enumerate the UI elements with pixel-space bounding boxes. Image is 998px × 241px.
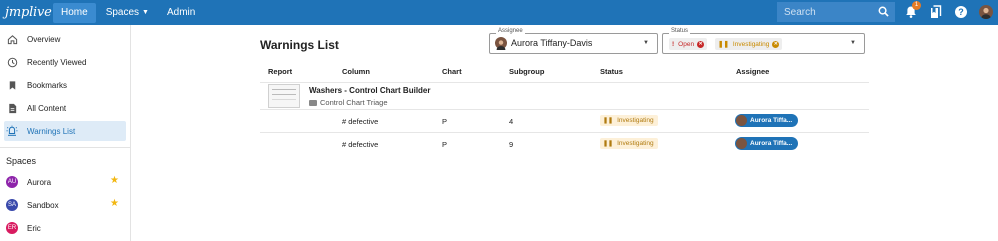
user-avatar[interactable] xyxy=(979,5,993,19)
avatar xyxy=(495,37,507,50)
app-logo[interactable]: jmplive xyxy=(5,5,52,20)
column-header-column[interactable]: Column xyxy=(342,67,370,76)
assignee-filter-select[interactable]: Assignee Aurora Tiffany-Davis ▼ xyxy=(489,28,658,54)
sidebar-item-label: All Content xyxy=(27,103,67,113)
page-title: Warnings List xyxy=(260,38,339,52)
avatar xyxy=(736,115,747,126)
remove-chip-icon[interactable]: ✕ xyxy=(772,40,780,48)
report-thumbnail[interactable] xyxy=(268,84,300,108)
sidebar-item-label: Recently Viewed xyxy=(27,57,87,67)
help-icon[interactable]: ? xyxy=(954,5,968,19)
column-header-status[interactable]: Status xyxy=(600,67,623,76)
svg-text:?: ? xyxy=(958,7,964,17)
column-header-subgroup[interactable]: Subgroup xyxy=(509,67,544,76)
space-name: Aurora xyxy=(27,177,52,187)
spaces-heading: Spaces xyxy=(6,156,37,166)
table-cell-column: # defective xyxy=(342,140,379,149)
status-badge-label: Investigating xyxy=(617,117,654,124)
status-chip-label: Investigating xyxy=(732,40,770,48)
caret-down-icon[interactable]: ▼ xyxy=(643,40,649,46)
table-cell-column: # defective xyxy=(342,117,379,126)
column-header-report[interactable]: Report xyxy=(268,67,292,76)
table-cell-subgroup: 4 xyxy=(509,117,514,126)
status-badge-label: Investigating xyxy=(617,140,654,147)
assignee-filter-value: Aurora Tiffany-Davis xyxy=(511,38,593,48)
table-cell-chart: P xyxy=(442,117,448,126)
assignee-chip[interactable]: Aurora Tiffa... xyxy=(735,137,799,150)
search-icon[interactable] xyxy=(878,6,889,17)
space-avatar: AU xyxy=(6,176,18,188)
status-badge[interactable]: ❚❚ Investigating xyxy=(600,115,658,126)
report-name[interactable]: Washers - Control Chart Builder xyxy=(309,86,431,95)
status-filter-select[interactable]: Status ! Open ✕ ❚❚ Investigating ✕ ▼ xyxy=(662,28,865,54)
table-header-divider xyxy=(260,82,869,83)
table-cell-subgroup: 9 xyxy=(509,140,514,149)
status-filter-legend: Status xyxy=(669,28,691,34)
assignee-filter-legend: Assignee xyxy=(496,28,525,34)
space-avatar: ER xyxy=(6,222,18,234)
search-placeholder: Search xyxy=(784,6,816,18)
document-icon xyxy=(6,102,18,114)
folder-icon xyxy=(309,99,317,106)
bookmark-icon xyxy=(6,79,18,91)
bookmarks-icon[interactable] xyxy=(929,5,943,19)
table-cell-chart: P xyxy=(442,140,448,149)
sidebar-item-label: Bookmarks xyxy=(27,80,68,90)
star-icon[interactable]: ★ xyxy=(110,176,119,186)
remove-chip-icon[interactable]: ✕ xyxy=(697,40,705,48)
assignee-chip[interactable]: Aurora Tiffa... xyxy=(735,114,799,127)
space-item-aurora[interactable]: AU Aurora ★ xyxy=(0,173,127,191)
space-item-sandbox[interactable]: SA Sandbox ★ xyxy=(0,196,127,214)
space-item-eric[interactable]: ER Eric xyxy=(0,219,127,237)
warning-icon xyxy=(6,125,18,137)
pause-icon: ❚❚ xyxy=(603,141,614,147)
sidebar-item-label: Warnings List xyxy=(27,126,76,136)
space-avatar: SA xyxy=(6,199,18,211)
sidebar-divider xyxy=(0,147,131,148)
pause-icon: ❚❚ xyxy=(718,41,729,48)
nav-admin[interactable]: Admin xyxy=(159,3,203,23)
chevron-down-icon: ▼ xyxy=(142,9,149,16)
avatar xyxy=(736,138,747,149)
sidebar-item-label: Overview xyxy=(27,34,61,44)
star-icon[interactable]: ★ xyxy=(110,199,119,209)
row-divider xyxy=(260,109,869,110)
column-header-assignee[interactable]: Assignee xyxy=(736,67,769,76)
report-folder[interactable]: Control Chart Triage xyxy=(309,98,388,107)
assignee-chip-label: Aurora Tiffa... xyxy=(750,140,793,147)
status-chip-investigating[interactable]: ❚❚ Investigating ✕ xyxy=(715,38,783,50)
nav-home[interactable]: Home xyxy=(53,2,96,23)
column-header-chart[interactable]: Chart xyxy=(442,67,462,76)
row-divider xyxy=(260,132,869,133)
nav-spaces-label: Spaces xyxy=(105,7,140,18)
sidebar-item-bookmarks[interactable]: Bookmarks xyxy=(0,75,127,95)
space-name: Eric xyxy=(27,223,41,233)
status-chip-label: Open xyxy=(678,40,695,48)
nav-spaces[interactable]: Spaces ▼ xyxy=(98,3,157,23)
search-input[interactable]: Search xyxy=(777,2,895,22)
pause-icon: ❚❚ xyxy=(603,118,614,124)
sidebar-item-warnings-list[interactable]: Warnings List xyxy=(4,121,126,141)
sidebar: Overview Recently Viewed Bookmarks All C… xyxy=(0,25,131,241)
caret-down-icon[interactable]: ▼ xyxy=(850,40,856,46)
clock-icon xyxy=(6,56,18,68)
status-chip-open[interactable]: ! Open ✕ xyxy=(669,38,708,50)
sidebar-item-recently-viewed[interactable]: Recently Viewed xyxy=(0,52,127,72)
nav-admin-label: Admin xyxy=(166,7,196,18)
status-badge[interactable]: ❚❚ Investigating xyxy=(600,138,658,149)
sidebar-item-all-content[interactable]: All Content xyxy=(0,98,127,118)
notification-count-badge: 1 xyxy=(912,1,921,10)
assignee-chip-label: Aurora Tiffa... xyxy=(750,117,793,124)
nav-home-label: Home xyxy=(61,7,88,18)
report-folder-label: Control Chart Triage xyxy=(320,98,388,107)
space-name: Sandbox xyxy=(27,200,59,210)
sidebar-item-overview[interactable]: Overview xyxy=(0,29,127,49)
exclamation-icon: ! xyxy=(672,40,675,48)
home-icon xyxy=(6,33,18,45)
